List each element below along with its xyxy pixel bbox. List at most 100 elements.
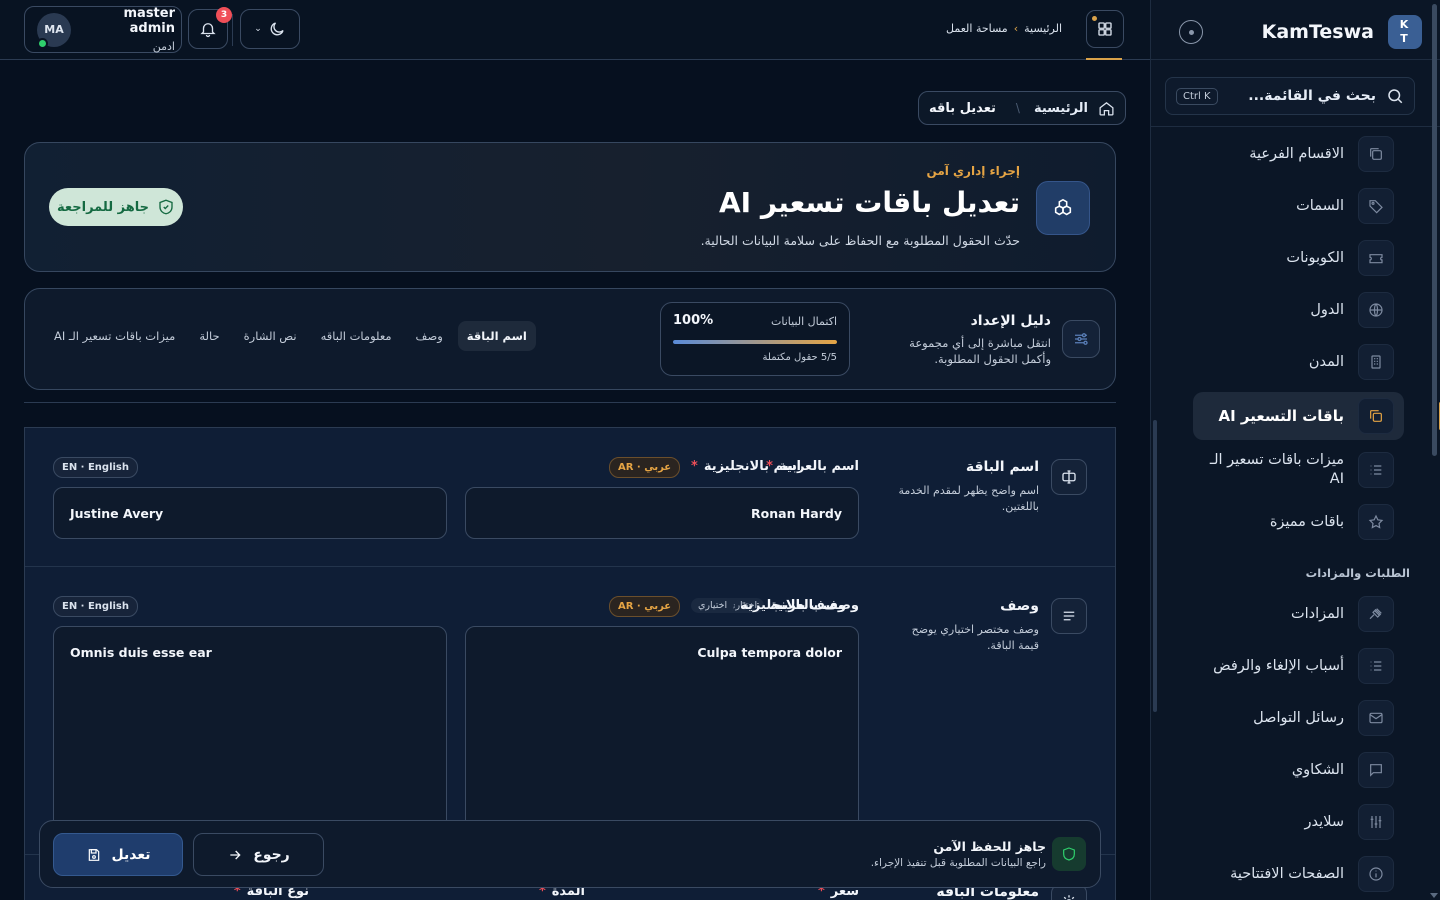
sidebar-item-label: الدول bbox=[1310, 301, 1344, 318]
sidebar-item-ai-package-features[interactable]: ميزات باقات تسعير الـ AI bbox=[1155, 444, 1440, 496]
brand-logo[interactable]: K T bbox=[1388, 15, 1422, 49]
page-scrollbar-thumb[interactable] bbox=[1432, 4, 1437, 456]
lang-badge-en: EN · English bbox=[53, 596, 138, 617]
divider bbox=[24, 402, 1116, 403]
topbar-crumb-home[interactable]: الرئيسية bbox=[1024, 22, 1062, 35]
required-mark: * bbox=[691, 459, 698, 474]
theme-toggle-button[interactable]: ⌄ bbox=[240, 9, 300, 49]
sidebar-item-countries[interactable]: الدول bbox=[1155, 284, 1440, 336]
user-name: master admin bbox=[123, 6, 176, 36]
sidebar-item-ai-pricing-packages[interactable]: باقات التسعير AI bbox=[1193, 392, 1440, 440]
review-status-label: جاهز للمراجعة bbox=[57, 199, 149, 215]
bell-icon bbox=[200, 23, 216, 38]
sidebar-item-attributes[interactable]: السمات bbox=[1155, 180, 1440, 232]
layers-icon bbox=[1358, 136, 1394, 172]
globe-icon bbox=[1358, 292, 1394, 328]
search-shortcut: Ctrl K bbox=[1176, 87, 1218, 105]
sidebar-item-label: الاقسام الفرعية bbox=[1249, 145, 1344, 162]
brand-name: KamTeswa bbox=[1261, 21, 1374, 43]
tab-status[interactable]: حالة bbox=[190, 321, 228, 351]
sidebar-item-coupons[interactable]: الكوبونات bbox=[1155, 232, 1440, 284]
section-tabs: اسم الباقة وصف معلومات الباقه نص الشارة … bbox=[45, 321, 536, 351]
sidebar-item-subcategories[interactable]: الاقسام الفرعية bbox=[1155, 128, 1440, 180]
page-title: تعديل باقات تسعير AI bbox=[718, 186, 1020, 219]
sidebar-section-label: الطلبات والمزادات bbox=[1305, 566, 1410, 580]
tab-package-name[interactable]: اسم الباقة bbox=[457, 321, 536, 351]
moon-icon bbox=[270, 22, 284, 36]
save-bar-title: جاهز للحفظ الآمن bbox=[933, 839, 1046, 854]
mail-icon bbox=[1358, 700, 1394, 736]
search-icon bbox=[1388, 89, 1403, 104]
notifications-badge: 3 bbox=[216, 7, 232, 23]
section-subtitle-description: وصف مختصر اختياري يوضح قيمة الباقة. bbox=[911, 623, 1039, 652]
back-button[interactable]: رجوع bbox=[193, 833, 324, 876]
workspace-button[interactable] bbox=[1086, 10, 1124, 48]
avatar-initials: MA bbox=[44, 23, 64, 36]
home-icon[interactable] bbox=[1098, 100, 1115, 117]
sidebar-item-featured-packages[interactable]: باقات مميزة bbox=[1155, 496, 1440, 548]
grid-icon bbox=[1098, 22, 1112, 36]
sidebar-item-splash-pages[interactable]: الصفحات الافتتاحية bbox=[1155, 848, 1440, 900]
sidebar-header: K T KamTeswa bbox=[1161, 12, 1430, 52]
save-button-label: تعديل bbox=[111, 846, 151, 863]
name-ar-input[interactable]: Ronan Hardy bbox=[465, 487, 859, 539]
sidebar: K T KamTeswa بحث في القائمة... Ctrl K ال… bbox=[1150, 0, 1440, 900]
shield-icon bbox=[1052, 837, 1086, 871]
package-icon bbox=[1036, 181, 1090, 235]
sidebar-item-complaints[interactable]: الشكاوي bbox=[1155, 744, 1440, 796]
divider bbox=[232, 14, 233, 46]
tab-ai-package-features[interactable]: ميزات باقات تسعير الـ AI bbox=[45, 321, 184, 351]
field-label-text: وصف بالانجليزية bbox=[740, 598, 846, 613]
page-scrollbar[interactable] bbox=[1430, 0, 1438, 900]
save-button[interactable]: تعديل bbox=[53, 833, 183, 876]
sidebar-item-cities[interactable]: المدن bbox=[1155, 336, 1440, 388]
topbar-crumb-workspace[interactable]: مساحة العمل bbox=[946, 22, 1008, 35]
breadcrumb-current: تعديل باقه bbox=[929, 100, 996, 116]
breadcrumb-home[interactable]: الرئيسية bbox=[1034, 101, 1088, 116]
sidebar-item-slider[interactable]: سلايدر bbox=[1155, 796, 1440, 848]
progress-bar-fill bbox=[673, 340, 837, 344]
workspace-active-indicator bbox=[1086, 58, 1122, 60]
tab-package-info[interactable]: معلومات الباقه bbox=[312, 321, 401, 351]
page-header-card: إجراء إداري آمن تعديل باقات تسعير AI حدّ… bbox=[24, 142, 1116, 272]
desc-ar-textarea[interactable]: Culpa tempora dolor bbox=[465, 626, 859, 836]
name-en-input[interactable]: Justine Avery bbox=[53, 487, 447, 539]
review-status-badge: جاهز للمراجعة bbox=[49, 188, 183, 226]
guide-title: دليل الإعداد bbox=[970, 313, 1051, 329]
divider bbox=[25, 566, 1115, 567]
guide-subtitle: انتقل مباشرة إلى أي مجموعة وأكمل الحقول … bbox=[909, 336, 1051, 366]
sidebar-item-auctions[interactable]: المزادات bbox=[1155, 588, 1440, 640]
sidebar-search-input[interactable]: بحث في القائمة... Ctrl K bbox=[1165, 77, 1415, 115]
user-info: master admin ادمن bbox=[79, 6, 176, 53]
sidebar-item-cancel-reasons[interactable]: أسباب الإلغاء والرفض bbox=[1155, 640, 1440, 692]
arrow-right-icon bbox=[230, 850, 241, 859]
sidebar-toggle-button[interactable] bbox=[1179, 20, 1203, 44]
user-menu[interactable]: MA master admin ادمن bbox=[24, 6, 182, 53]
field-label-name-en: اسم بالانجليزية * bbox=[691, 459, 801, 474]
main-content: الرئيسية \ تعديل باقه إجراء إداري آمن تع… bbox=[0, 61, 1150, 900]
user-role: ادمن bbox=[152, 40, 175, 53]
lang-badge-ar: AR · عربي bbox=[609, 457, 681, 478]
tab-description[interactable]: وصف bbox=[407, 321, 452, 351]
info-icon bbox=[1358, 856, 1394, 892]
scroll-down-icon[interactable] bbox=[1430, 893, 1438, 898]
tab-badge-text[interactable]: نص الشارة bbox=[235, 321, 306, 351]
setup-guide: دليل الإعداد انتقل مباشرة إلى أي مجموعة … bbox=[24, 288, 1116, 390]
online-status-icon bbox=[37, 37, 48, 49]
breadcrumb-separator: \ bbox=[1015, 101, 1020, 115]
section-title-package-name: اسم الباقة bbox=[965, 459, 1039, 475]
sidebar-item-label: الكوبونات bbox=[1286, 249, 1344, 266]
sidebar-item-contact-messages[interactable]: رسائل التواصل bbox=[1155, 692, 1440, 744]
back-button-label: رجوع bbox=[253, 846, 290, 863]
copy-icon bbox=[1358, 398, 1394, 434]
text-cursor-icon bbox=[1051, 459, 1087, 495]
brand-logo-bottom: T bbox=[1400, 32, 1410, 45]
sidebar-item-label: ميزات باقات تسعير الـ AI bbox=[1209, 452, 1344, 487]
notifications-button[interactable]: 3 bbox=[188, 7, 232, 49]
progress-percent: 100% bbox=[673, 313, 714, 328]
desc-en-textarea[interactable]: Omnis duis esse ear bbox=[53, 626, 447, 836]
topbar: MA master admin ادمن 3 ⌄ الرئيسية › مساح… bbox=[0, 0, 1150, 60]
section-subtitle-package-name: اسم واضح يظهر لمقدم الخدمة باللغتين. bbox=[898, 484, 1039, 513]
message-icon bbox=[1358, 752, 1394, 788]
breadcrumb: الرئيسية \ تعديل باقه bbox=[918, 91, 1126, 125]
